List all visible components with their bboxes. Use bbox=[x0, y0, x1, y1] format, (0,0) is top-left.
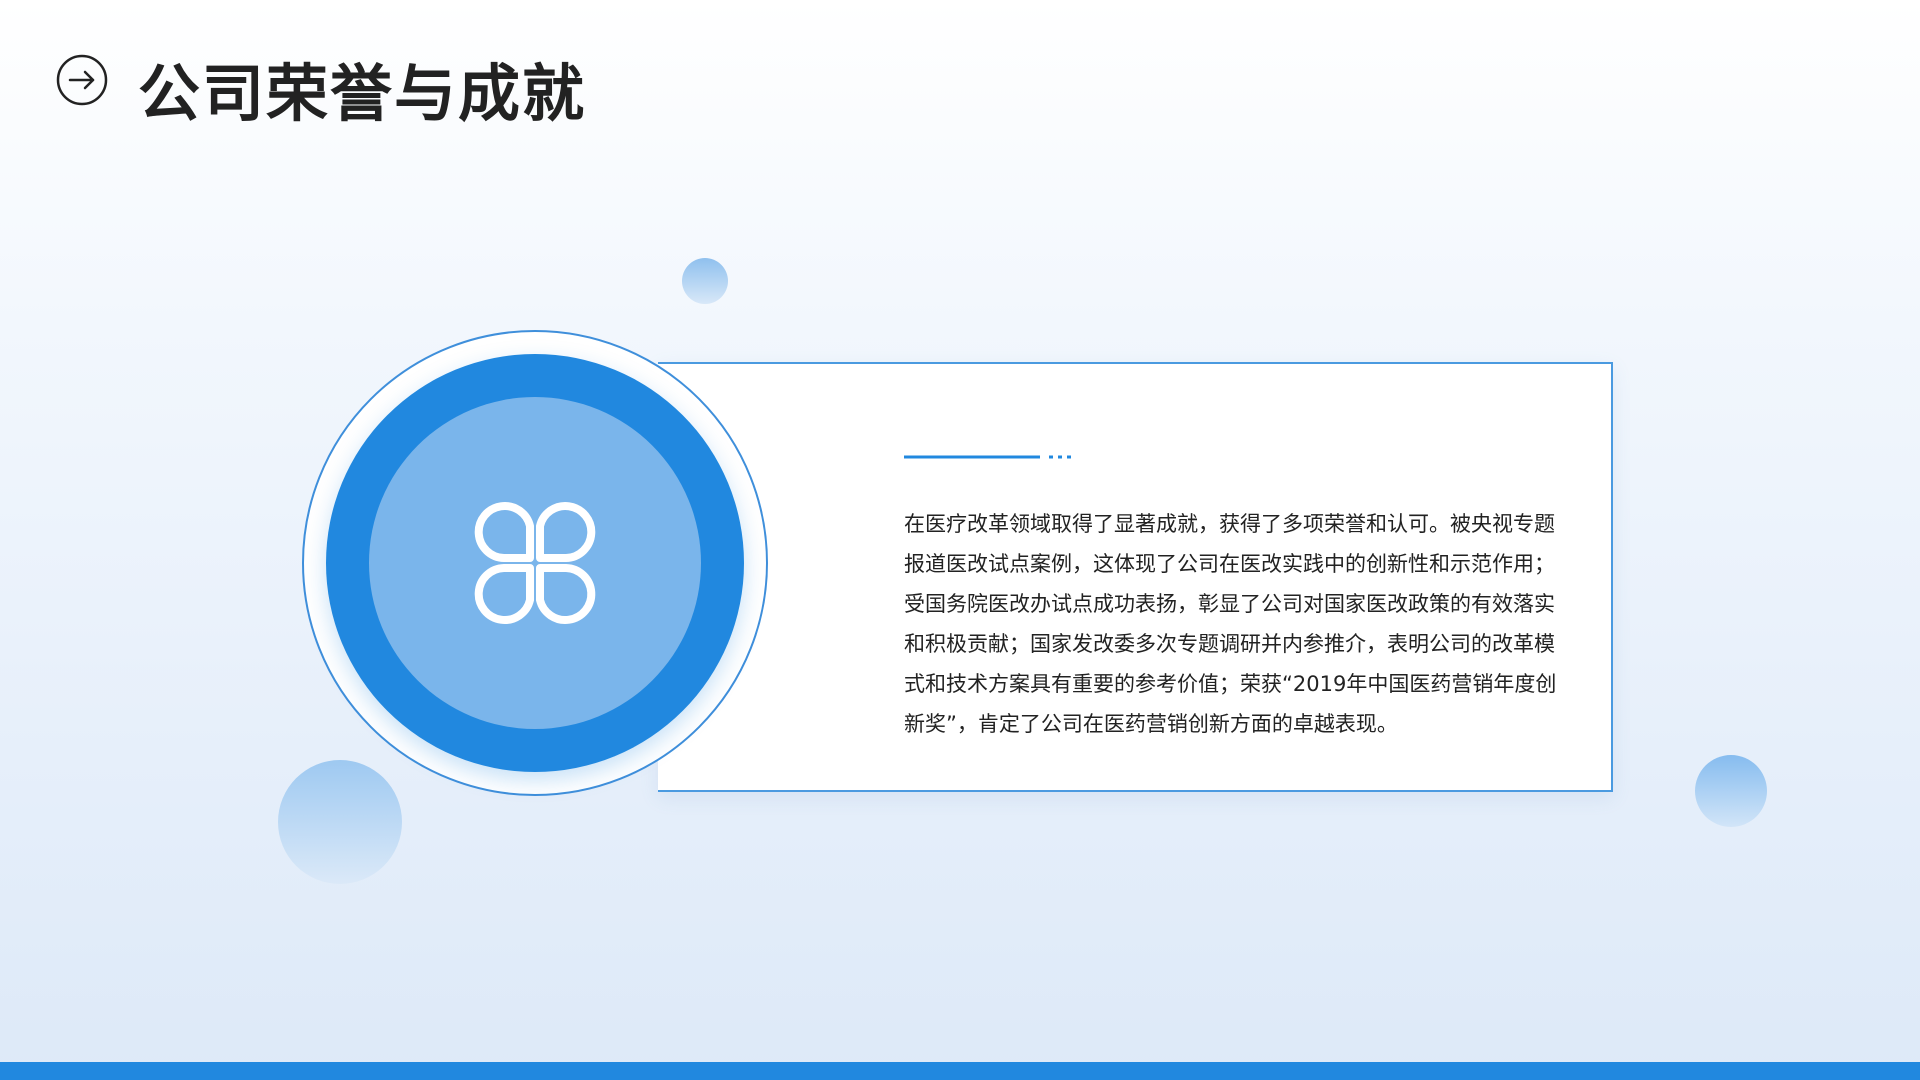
card-accent-line bbox=[904, 455, 1071, 459]
content-card: 在医疗改革领域取得了显著成就，获得了多项荣誉和认可。被央视专题报道医改试点案例，… bbox=[658, 362, 1613, 792]
slide: 公司荣誉与成就 在医疗改革领域取得了显著成就，获得了多项荣誉和认可。被央视专题报… bbox=[0, 0, 1920, 1080]
bottom-bar bbox=[0, 1062, 1920, 1080]
clover-icon bbox=[474, 502, 596, 624]
page-title: 公司荣誉与成就 bbox=[138, 57, 587, 130]
medallion-core bbox=[369, 397, 701, 729]
arrow-right-circle-icon bbox=[56, 54, 108, 106]
card-body-text: 在医疗改革领域取得了显著成就，获得了多项荣誉和认可。被央视专题报道医改试点案例，… bbox=[904, 512, 1557, 736]
medallion bbox=[302, 330, 768, 796]
decorative-bubble-right bbox=[1695, 755, 1767, 827]
medallion-ring bbox=[326, 354, 744, 772]
decorative-bubble-top bbox=[682, 258, 728, 304]
decorative-bubble-left bbox=[278, 760, 402, 884]
